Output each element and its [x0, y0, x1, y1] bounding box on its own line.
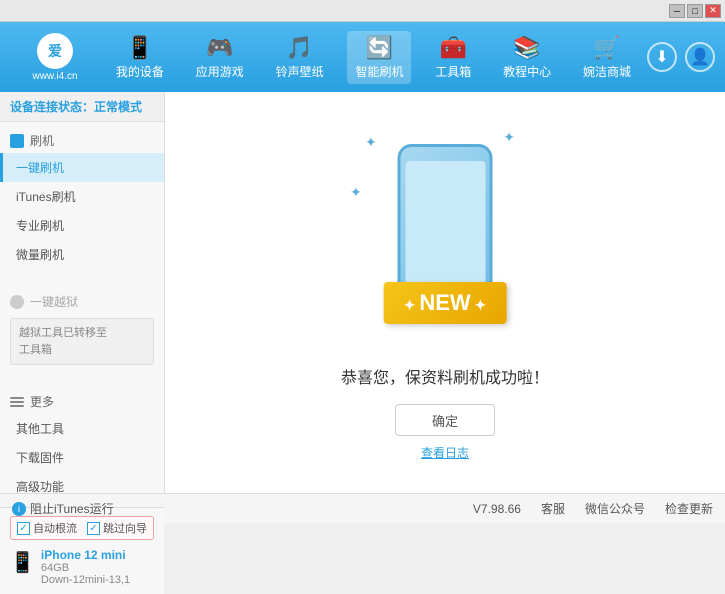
device-info: 📱 iPhone 12 mini 64GB Down-12mini-13,1: [10, 548, 154, 586]
maximize-btn[interactable]: □: [687, 4, 703, 18]
more-icon: [10, 397, 24, 407]
download-btn[interactable]: ⬇: [647, 42, 677, 72]
diary-link[interactable]: 查看日志: [421, 444, 469, 461]
bottom-right: V7.98.66 客服 微信公众号 检查更新: [473, 500, 713, 517]
jailbreak-icon: [10, 295, 24, 309]
device-phone-icon: 📱: [10, 550, 35, 575]
flash-section-header: 刷机: [0, 128, 164, 153]
user-btn[interactable]: 👤: [685, 42, 715, 72]
itunes-label[interactable]: 阻止iTunes运行: [30, 500, 114, 517]
checkboxes-row: 自动根流 跳过向导: [10, 516, 154, 540]
sparkle-3: ✦: [350, 184, 362, 201]
via-wizard-label: 跳过向导: [103, 520, 147, 536]
tutorial-icon: 📚: [513, 35, 540, 61]
nav-ringtone-label: 铃声壁纸: [276, 63, 324, 80]
nav-my-device-label: 我的设备: [116, 63, 164, 80]
sidebar-item-one-click-flash[interactable]: 一键刷机: [0, 153, 164, 182]
customer-service-link[interactable]: 客服: [541, 500, 565, 517]
toolbox-icon: 🧰: [440, 35, 467, 61]
device-firmware: Down-12mini-13,1: [41, 574, 130, 586]
nav-apps-games-label: 应用游戏: [196, 63, 244, 80]
logo: 爱 www.i4.cn: [10, 33, 100, 82]
nav-right-buttons: ⬇ 👤: [647, 42, 715, 72]
more-section: 更多 其他工具 下载固件 高级功能: [0, 383, 164, 507]
apps-games-icon: 🎮: [206, 35, 233, 61]
minimize-btn[interactable]: ─: [669, 4, 685, 18]
new-ribbon: NEW: [384, 282, 507, 324]
bottom-left: i 阻止iTunes运行: [12, 500, 114, 517]
wechat-link[interactable]: 微信公众号: [585, 500, 645, 517]
my-device-icon: 📱: [126, 35, 153, 61]
jailbreak-label: 一键越狱: [30, 293, 78, 310]
main-area: 设备连接状态：正常模式 刷机 一键刷机 iTunes刷机 专业刷机 微量刷机: [0, 92, 725, 493]
sidebar-item-micro-flash[interactable]: 微量刷机: [0, 240, 164, 269]
jailbreak-note-text: 越狱工具已转移至 工具箱: [19, 327, 107, 356]
success-text: 恭喜您，保资料刷机成功啦！: [341, 364, 549, 388]
device-details: iPhone 12 mini 64GB Down-12mini-13,1: [41, 548, 130, 586]
connection-status: 设备连接状态：正常模式: [0, 92, 164, 122]
version-label: V7.98.66: [473, 502, 521, 516]
via-wizard-box[interactable]: [87, 522, 100, 535]
sidebar-item-pro-flash[interactable]: 专业刷机: [0, 211, 164, 240]
jailbreak-header: 一键越狱: [0, 289, 164, 314]
device-area: 自动根流 跳过向导 📱 iPhone 12 mini 64GB Down-12m…: [0, 507, 164, 594]
nav-wanjia-store[interactable]: 🛒 婉洁商城: [575, 31, 639, 84]
wanjia-icon: 🛒: [593, 35, 620, 61]
success-illustration: ✦ ✦ ✦ NEW: [345, 124, 545, 344]
sidebar-item-itunes-flash[interactable]: iTunes刷机: [0, 182, 164, 211]
check-update-link[interactable]: 检查更新: [665, 500, 713, 517]
via-wizard-checkbox[interactable]: 跳过向导: [87, 520, 147, 536]
jailbreak-section: 一键越狱 越狱工具已转移至 工具箱: [0, 283, 164, 375]
nav-items: 📱 我的设备 🎮 应用游戏 🎵 铃声壁纸 🔄 智能刷机 🧰 工具箱 📚 教程中心…: [100, 31, 647, 84]
title-bar: ─ □ ✕: [0, 0, 725, 22]
nav-smart-flash[interactable]: 🔄 智能刷机: [347, 31, 411, 84]
nav-smart-flash-label: 智能刷机: [355, 63, 403, 80]
nav-wanjia-label: 婉洁商城: [583, 63, 631, 80]
phone-screen: [405, 161, 485, 287]
flash-section: 刷机 一键刷机 iTunes刷机 专业刷机 微量刷机: [0, 122, 164, 275]
flash-section-icon: [10, 134, 24, 148]
logo-icon: 爱: [37, 33, 73, 69]
auto-backup-label: 自动根流: [33, 520, 77, 536]
close-btn[interactable]: ✕: [705, 4, 721, 18]
device-storage: 64GB: [41, 562, 130, 574]
logo-subtitle: www.i4.cn: [32, 71, 77, 82]
nav-ringtone[interactable]: 🎵 铃声壁纸: [268, 31, 332, 84]
status-value: 正常模式: [94, 100, 142, 114]
sidebar-item-advanced[interactable]: 高级功能: [0, 472, 164, 501]
ringtone-icon: 🎵: [286, 35, 313, 61]
smart-flash-icon: 🔄: [366, 35, 393, 61]
content-area: ✦ ✦ ✦ NEW 恭喜您，保资料刷机成功啦！ 确定 查看日志: [165, 92, 725, 493]
itunes-icon: i: [12, 502, 26, 516]
nav-toolbox[interactable]: 🧰 工具箱: [427, 31, 479, 84]
sparkle-2: ✦: [503, 129, 515, 146]
sidebar-item-other-tools[interactable]: 其他工具: [0, 414, 164, 443]
sidebar: 设备连接状态：正常模式 刷机 一键刷机 iTunes刷机 专业刷机 微量刷机: [0, 92, 165, 493]
confirm-button[interactable]: 确定: [395, 404, 495, 436]
top-nav: 爱 www.i4.cn 📱 我的设备 🎮 应用游戏 🎵 铃声壁纸 🔄 智能刷机 …: [0, 22, 725, 92]
nav-toolbox-label: 工具箱: [435, 63, 471, 80]
sidebar-item-download-firmware[interactable]: 下载固件: [0, 443, 164, 472]
more-label: 更多: [30, 393, 54, 410]
nav-tutorial-label: 教程中心: [503, 63, 551, 80]
nav-tutorial[interactable]: 📚 教程中心: [495, 31, 559, 84]
sparkle-1: ✦: [365, 134, 377, 151]
jailbreak-note: 越狱工具已转移至 工具箱: [10, 318, 154, 365]
more-section-header: 更多: [0, 389, 164, 414]
device-name: iPhone 12 mini: [41, 548, 130, 562]
nav-apps-games[interactable]: 🎮 应用游戏: [188, 31, 252, 84]
auto-backup-checkbox[interactable]: 自动根流: [17, 520, 77, 536]
flash-section-label: 刷机: [30, 132, 54, 149]
auto-backup-box[interactable]: [17, 522, 30, 535]
status-label: 设备连接状态：: [10, 100, 94, 114]
nav-my-device[interactable]: 📱 我的设备: [108, 31, 172, 84]
